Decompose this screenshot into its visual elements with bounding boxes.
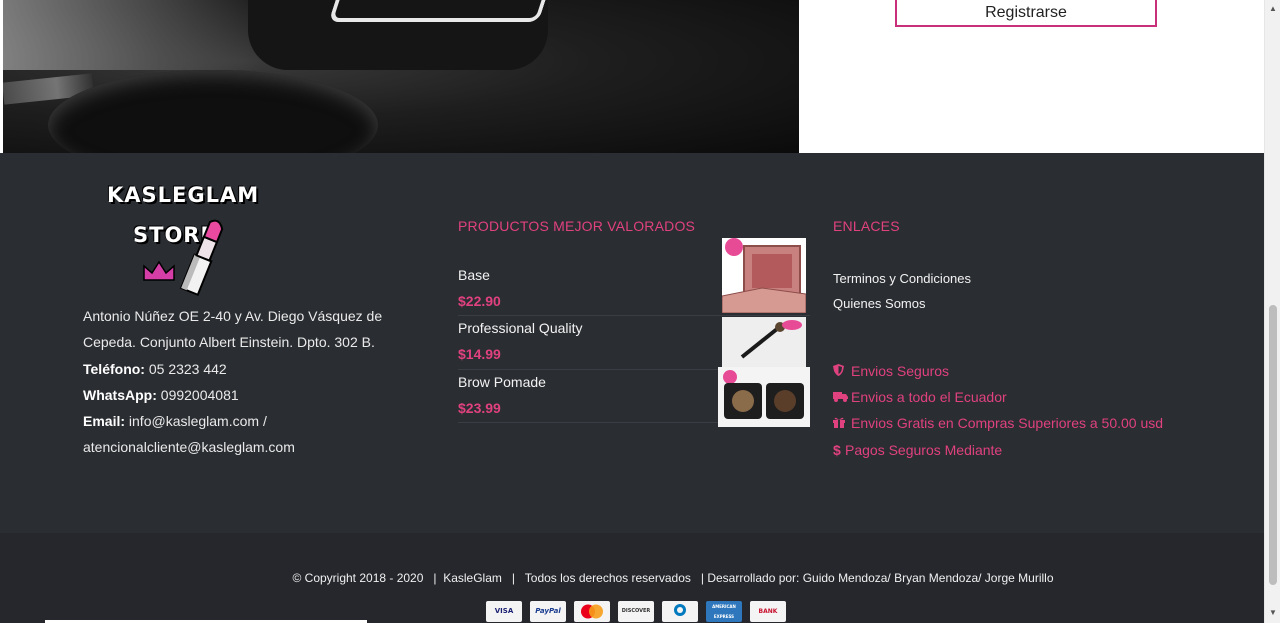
- footer-bottom: © Copyright 2018 - 2020 | KasleGlam | To…: [0, 533, 1264, 623]
- links-title: ENLACES: [833, 218, 900, 234]
- feature-label: Envios Gratis en Compras Superiores a 50…: [851, 415, 1164, 432]
- page-scrollbar[interactable]: ▲ ▼: [1264, 0, 1280, 623]
- top-products-list: Base $22.90 Professional Quality $14.99: [458, 238, 810, 427]
- email-line: Email: info@kasleglam.com / atencionalcl…: [83, 408, 403, 461]
- product-price: $22.90: [458, 293, 501, 309]
- dollar-icon: $: [833, 441, 841, 458]
- blush-compact-image: [722, 238, 806, 313]
- footer-main: KASLEGLAM STORE Antonio Núñez OE 2-40 y …: [0, 153, 1264, 533]
- feature-secure-shipping: Envios Seguros: [833, 358, 1163, 384]
- product-price: $23.99: [458, 399, 501, 416]
- discover-icon: DISCOVER: [618, 601, 654, 622]
- whatsapp-line: WhatsApp: 0992004081: [83, 382, 403, 408]
- product-thumbnail[interactable]: [722, 238, 806, 313]
- feature-nationwide-shipping: Envios a todo el Ecuador: [833, 384, 1163, 410]
- hero-cup-logo: [328, 0, 548, 22]
- product-item[interactable]: Base $22.90: [458, 238, 810, 317]
- bank-transfer-icon: BANK TRANSFER: [750, 601, 786, 622]
- feature-secure-payments: $ Pagos Seguros Mediante: [833, 437, 1163, 463]
- products-title: PRODUCTOS MEJOR VALORADOS: [458, 218, 696, 234]
- scrollbar-thumb[interactable]: [1269, 305, 1277, 585]
- brand-logo[interactable]: KASLEGLAM STORE: [100, 178, 258, 298]
- address-line: Antonio Núñez OE 2-40 y Av. Diego Vásque…: [83, 308, 383, 351]
- hero-highlight: [3, 0, 263, 70]
- hero-compact: [48, 70, 378, 153]
- link-terms[interactable]: Terminos y Condiciones: [833, 266, 971, 291]
- email-label: Email:: [83, 413, 126, 430]
- product-item[interactable]: Professional Quality $14.99: [458, 316, 810, 370]
- whatsapp-value: 0992004081: [160, 386, 239, 403]
- phone-line: Teléfono: 05 2323 442: [83, 356, 403, 382]
- product-price: $14.99: [458, 346, 501, 363]
- phone-label: Teléfono:: [83, 360, 145, 377]
- whatsapp-label: WhatsApp:: [83, 386, 157, 403]
- scroll-up-arrow-icon[interactable]: ▲: [1269, 4, 1277, 13]
- store-address: Antonio Núñez OE 2-40 y Av. Diego Vásque…: [83, 303, 403, 461]
- feature-label: Pagos Seguros Mediante: [845, 441, 1003, 458]
- scroll-down-arrow-icon[interactable]: ▼: [1269, 608, 1277, 617]
- product-name[interactable]: Brow Pomade: [458, 374, 546, 390]
- visa-icon: VISA: [486, 601, 522, 622]
- phone-value: 05 2323 442: [148, 360, 227, 377]
- feature-label: Envios a todo el Ecuador: [851, 389, 1007, 406]
- gift-icon: [833, 410, 851, 436]
- feature-free-shipping: Envios Gratis en Compras Superiores a 50…: [833, 410, 1163, 436]
- hero-image: [3, 0, 799, 153]
- brow-pomade-image: [718, 366, 810, 427]
- brand-logo-line1: KASLEGLAM: [107, 183, 260, 207]
- copyright-text: © Copyright 2018 - 2020 | KasleGlam | To…: [292, 571, 1054, 585]
- product-thumbnail[interactable]: [718, 366, 810, 427]
- lipstick-crown-icon: [143, 219, 224, 297]
- product-item[interactable]: Brow Pomade $23.99: [458, 366, 810, 427]
- register-button[interactable]: Registrarse: [895, 0, 1157, 27]
- links-list: Terminos y Condiciones Quienes Somos: [833, 266, 971, 316]
- amex-icon: AMERICAN EXPRESS: [706, 601, 742, 622]
- paypal-icon: PayPal: [530, 601, 566, 622]
- diners-club-icon: [662, 601, 698, 622]
- features-list: Envios Seguros Envios a todo el Ecuador …: [833, 358, 1163, 463]
- product-name[interactable]: Base: [458, 267, 490, 283]
- paypal-label: PayPal: [535, 607, 561, 615]
- makeup-brush-image: [722, 317, 806, 368]
- product-name[interactable]: Professional Quality: [458, 320, 583, 336]
- mastercard-icon: [574, 601, 610, 622]
- link-about[interactable]: Quienes Somos: [833, 291, 971, 316]
- feature-label: Envios Seguros: [851, 363, 950, 379]
- product-thumbnail[interactable]: [722, 317, 806, 368]
- shield-icon: [833, 358, 851, 384]
- truck-icon: [833, 384, 851, 410]
